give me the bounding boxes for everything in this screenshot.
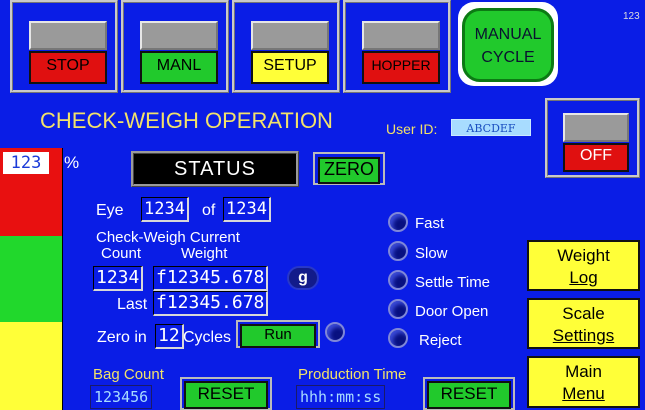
check-weigh-heading: Check-Weigh Current — [96, 229, 240, 246]
weight-value-field: f12345.678 — [153, 266, 269, 291]
eye-count-field: 1234 — [141, 197, 189, 222]
setup-label: SETUP — [251, 51, 329, 84]
settle-time-label: Settle Time — [415, 274, 491, 291]
manual-cycle-button[interactable]: MANUAL CYCLE — [462, 8, 554, 82]
zero-button[interactable]: ZERO — [313, 152, 385, 185]
status-display: STATUS — [131, 151, 299, 187]
level-percent-value: 123 — [3, 152, 49, 174]
production-time-reset-button[interactable]: RESET — [423, 377, 515, 410]
setup-indicator — [251, 21, 329, 50]
settle-time-lamp — [388, 270, 408, 290]
weight-log-button[interactable]: Weight Log — [527, 240, 640, 291]
scale-settings-button[interactable]: Scale Settings — [527, 298, 640, 349]
production-time-value: hhh:mm:ss — [296, 385, 386, 409]
slow-lamp — [388, 241, 408, 261]
user-id-label: User ID: — [386, 121, 438, 137]
hopper-label: HOPPER — [362, 51, 440, 84]
door-open-lamp — [388, 299, 408, 319]
scale-settings-line2: Settings — [552, 326, 615, 345]
manual-cycle-line1: MANUAL — [474, 26, 542, 43]
zero-label: ZERO — [318, 157, 380, 184]
level-segment-yellow — [0, 322, 63, 410]
count-value-field: 1234 — [93, 266, 144, 291]
main-menu-line2: Menu — [562, 384, 605, 403]
stop-button[interactable]: STOP — [10, 0, 118, 93]
eye-of-label: of — [202, 202, 216, 219]
bag-count-value: 123456 — [90, 385, 153, 409]
stop-indicator — [29, 21, 107, 50]
fast-lamp — [388, 212, 408, 232]
zero-cycles-field[interactable]: 12 — [155, 324, 184, 349]
weight-label: Weight — [181, 245, 228, 262]
cycles-label: Cycles — [183, 329, 232, 346]
off-button[interactable]: OFF — [545, 98, 640, 178]
weight-log-line1: Weight — [557, 246, 610, 265]
user-id-field[interactable]: ABCDEF — [451, 119, 531, 136]
main-menu-button[interactable]: Main Menu — [527, 356, 640, 408]
scale-settings-line1: Scale — [562, 304, 605, 323]
setup-button[interactable]: SETUP — [232, 0, 340, 93]
eye-total-field: 1234 — [223, 197, 271, 222]
level-segment-green — [0, 236, 63, 322]
weight-unit-badge: g — [287, 266, 319, 290]
slow-label: Slow — [415, 245, 448, 262]
stop-label: STOP — [29, 51, 107, 84]
bag-count-label: Bag Count — [93, 366, 164, 383]
bag-count-reset-button[interactable]: RESET — [180, 377, 272, 410]
manl-button[interactable]: MANL — [121, 0, 229, 93]
manual-cycle-line2: CYCLE — [481, 49, 535, 66]
fast-label: Fast — [415, 215, 445, 232]
count-label: Count — [101, 245, 142, 262]
off-label: OFF — [563, 143, 629, 172]
main-menu-line1: Main — [565, 362, 602, 381]
reject-label: Reject — [419, 332, 462, 349]
run-label: Run — [240, 324, 316, 348]
corner-value: 123 — [623, 11, 640, 22]
run-button[interactable]: Run — [236, 320, 320, 348]
hopper-indicator — [362, 21, 440, 50]
run-indicator-lamp — [325, 322, 345, 342]
level-percent-unit: % — [64, 153, 80, 172]
last-label: Last — [117, 296, 148, 313]
door-open-label: Door Open — [415, 303, 489, 320]
eye-label: Eye — [96, 202, 124, 219]
production-time-reset-label: RESET — [427, 381, 511, 409]
last-weight-field: f12345.678 — [153, 291, 269, 316]
weight-log-line2: Log — [569, 268, 598, 287]
bag-count-reset-label: RESET — [184, 381, 268, 409]
production-time-label: Production Time — [298, 366, 407, 383]
reject-lamp — [388, 328, 408, 348]
page-title: CHECK-WEIGH OPERATION — [40, 108, 333, 133]
hopper-button[interactable]: HOPPER — [343, 0, 451, 93]
manl-label: MANL — [140, 51, 218, 84]
off-indicator — [563, 113, 629, 142]
manl-indicator — [140, 21, 218, 50]
zero-in-label: Zero in — [97, 329, 147, 346]
